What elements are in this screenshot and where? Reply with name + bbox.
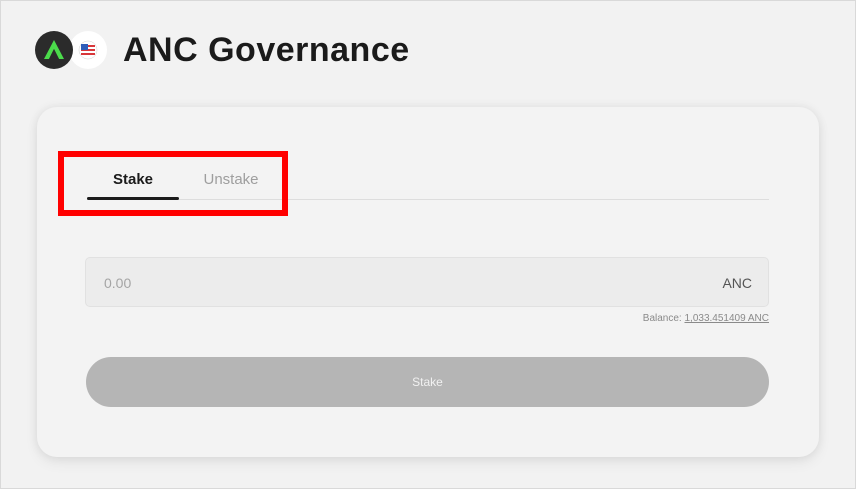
balance-row: Balance: 1,033.451409 ANC [643, 313, 769, 324]
stake-card: Stake Unstake ANC Balance: 1,033.451409 … [37, 107, 819, 457]
balance-label: Balance: [642, 313, 682, 324]
tab-unstake[interactable]: Unstake [183, 165, 279, 199]
us-flag-icon [69, 31, 107, 69]
amount-input[interactable] [102, 258, 666, 308]
amount-field: ANC [85, 257, 769, 308]
page-header: ANC Governance [35, 27, 410, 73]
amount-unit: ANC [722, 275, 752, 291]
anchor-logo-icon [35, 31, 73, 69]
stake-button[interactable]: Stake [86, 357, 769, 407]
page-title: ANC Governance [123, 30, 410, 69]
balance-value[interactable]: 1,033.451409 ANC [684, 313, 769, 324]
tab-bar: Stake Unstake [87, 165, 769, 200]
app-window: ANC Governance Stake Unstake ANC Balance… [0, 0, 856, 489]
tab-stake[interactable]: Stake [87, 165, 179, 200]
token-logos [35, 29, 111, 71]
